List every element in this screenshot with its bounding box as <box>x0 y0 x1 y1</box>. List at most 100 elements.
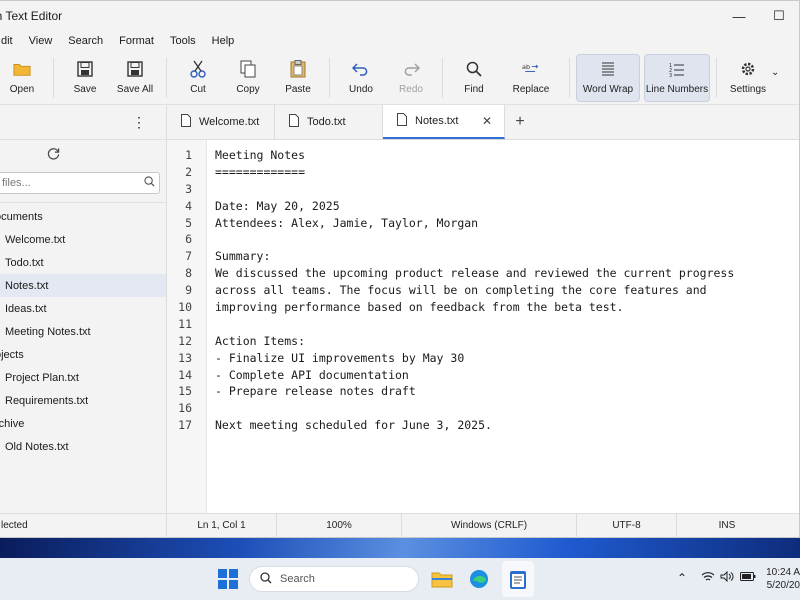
menu-search[interactable]: Search <box>60 35 111 47</box>
undo-button[interactable]: Undo <box>336 54 386 102</box>
settings-button[interactable]: Settings <box>723 54 773 102</box>
menu-format[interactable]: Format <box>111 35 162 47</box>
folder-icon <box>13 60 31 78</box>
code-line[interactable]: improving performance based on feedback … <box>215 299 799 316</box>
tab-welcome[interactable]: Welcome.txt <box>167 105 275 139</box>
menu-edit[interactable]: dit <box>0 35 21 47</box>
folder-documents[interactable]: ocuments <box>0 205 166 228</box>
file-tree: ocuments Welcome.txt Todo.txt Notes.txt … <box>0 202 166 458</box>
save-icon <box>76 60 94 78</box>
sidebar-header: ⋮ <box>0 106 166 140</box>
file-item[interactable]: Todo.txt <box>0 251 166 274</box>
text-editor[interactable]: 1 2 3 4 5 6 7 8 9 10 11 12 13 14 15 16 17 Meeting Notes =… <box>167 140 799 513</box>
status-insert-mode[interactable]: INS <box>677 514 777 538</box>
line-numbers-label: Line Numbers <box>645 84 709 95</box>
search-icon[interactable] <box>144 176 155 190</box>
line-numbers-toggle[interactable]: 123 Line Numbers <box>644 53 710 102</box>
save-button[interactable]: Save <box>60 54 110 102</box>
code-line[interactable]: Meeting Notes <box>215 147 799 164</box>
menu-help[interactable]: Help <box>204 35 243 47</box>
code-line[interactable] <box>215 181 799 198</box>
line-number: 12 <box>178 333 192 348</box>
code-line[interactable]: - Prepare release notes draft <box>215 383 799 400</box>
tab-notes[interactable]: Notes.txt ✕ <box>383 105 505 139</box>
code-line[interactable]: - Finalize UI improvements by May 30 <box>215 350 799 367</box>
file-explorer-sidebar: ⋮ › ocuments Welcome.txt Todo.txt Notes.… <box>0 106 167 513</box>
code-line[interactable]: Attendees: Alex, Jamie, Taylor, Morgan <box>215 215 799 232</box>
wifi-icon[interactable] <box>701 571 715 585</box>
find-button[interactable]: Find <box>449 54 499 102</box>
file-item[interactable]: Project Plan.txt <box>0 366 166 389</box>
open-button[interactable]: Open <box>0 54 47 102</box>
file-item-selected[interactable]: Notes.txt <box>0 274 166 297</box>
file-item[interactable]: Welcome.txt <box>0 228 166 251</box>
tab-label: Todo.txt <box>307 116 346 128</box>
refresh-icon[interactable] <box>47 147 60 163</box>
file-search-input[interactable] <box>2 177 144 189</box>
code-line[interactable] <box>215 231 799 248</box>
code-line[interactable]: Action Items: <box>215 333 799 350</box>
file-label: Old Notes.txt <box>5 440 69 453</box>
code-line[interactable]: - Complete API documentation <box>215 367 799 384</box>
close-icon[interactable]: ✕ <box>482 114 492 128</box>
folder-projects[interactable]: ojects <box>0 343 166 366</box>
code-content[interactable]: Meeting Notes ============= Date: May 20, … <box>207 140 799 513</box>
line-number: 8 <box>185 266 192 281</box>
notepad-app-icon[interactable] <box>506 567 530 591</box>
battery-icon[interactable] <box>740 571 756 585</box>
code-line[interactable]: Summary: <box>215 248 799 265</box>
code-line[interactable]: Next meeting scheduled for June 3, 2025. <box>215 417 799 434</box>
code-line[interactable] <box>215 400 799 417</box>
toolbar: Open Save Save All Cut Copy Paste Undo R… <box>0 51 799 105</box>
copy-label: Copy <box>236 84 260 95</box>
cut-button[interactable]: Cut <box>173 54 223 102</box>
tab-todo[interactable]: Todo.txt <box>275 105 383 139</box>
document-icon <box>397 113 407 129</box>
paste-button[interactable]: Paste <box>273 54 323 102</box>
file-explorer-icon[interactable] <box>430 567 454 591</box>
edge-browser-icon[interactable] <box>467 567 491 591</box>
windows-start-icon[interactable] <box>216 567 240 591</box>
save-all-button[interactable]: Save All <box>110 54 160 102</box>
new-tab-button[interactable]: + <box>505 105 535 139</box>
line-number: 5 <box>185 215 192 230</box>
more-options-icon[interactable]: ⋮ <box>132 114 146 131</box>
system-clock[interactable]: 10:24 A 5/20/20 <box>766 566 800 592</box>
taskbar-search[interactable]: Search <box>249 566 419 592</box>
menu-tools[interactable]: Tools <box>162 35 204 47</box>
code-line[interactable]: across all teams. The focus will be on c… <box>215 282 799 299</box>
code-line[interactable]: Date: May 20, 2025 <box>215 198 799 215</box>
line-number: 10 <box>178 300 192 315</box>
code-line[interactable]: We discussed the upcoming product releas… <box>215 265 799 282</box>
svg-text:3: 3 <box>669 73 672 77</box>
copy-button[interactable]: Copy <box>223 54 273 102</box>
status-encoding[interactable]: UTF-8 <box>577 513 677 538</box>
line-number: 7 <box>185 249 192 264</box>
menu-view[interactable]: View <box>21 35 61 47</box>
status-line-ending[interactable]: Windows (CRLF) <box>402 513 577 538</box>
status-cursor-position[interactable]: Ln 1, Col 1 <box>167 513 277 538</box>
file-item[interactable]: Old Notes.txt <box>0 435 166 458</box>
folder-label: ocuments <box>0 210 43 223</box>
chevron-up-icon[interactable]: ⌃ <box>677 571 687 585</box>
file-item[interactable]: Requirements.txt <box>0 389 166 412</box>
minimize-button[interactable]: — <box>719 1 759 31</box>
folder-archive[interactable]: rchive <box>0 412 166 435</box>
file-item[interactable]: Meeting Notes.txt <box>0 320 166 343</box>
file-label: Todo.txt <box>5 256 44 269</box>
chevron-down-icon[interactable]: ⌄ <box>771 67 779 78</box>
code-line[interactable] <box>215 316 799 333</box>
code-line[interactable]: ============= <box>215 164 799 181</box>
redo-button[interactable]: Redo <box>386 54 436 102</box>
svg-text:ab: ab <box>522 63 530 71</box>
replace-button[interactable]: ab Replace <box>499 54 563 102</box>
file-label: Requirements.txt <box>5 394 89 407</box>
line-number: 14 <box>178 367 192 382</box>
line-number: 11 <box>178 316 192 331</box>
file-item[interactable]: Ideas.txt <box>0 297 166 320</box>
clock-time: 10:24 A <box>766 567 800 578</box>
volume-icon[interactable] <box>720 570 734 585</box>
status-zoom[interactable]: 100% <box>277 513 402 538</box>
word-wrap-toggle[interactable]: Word Wrap <box>576 53 640 102</box>
maximize-button[interactable]: ☐ <box>759 1 799 31</box>
